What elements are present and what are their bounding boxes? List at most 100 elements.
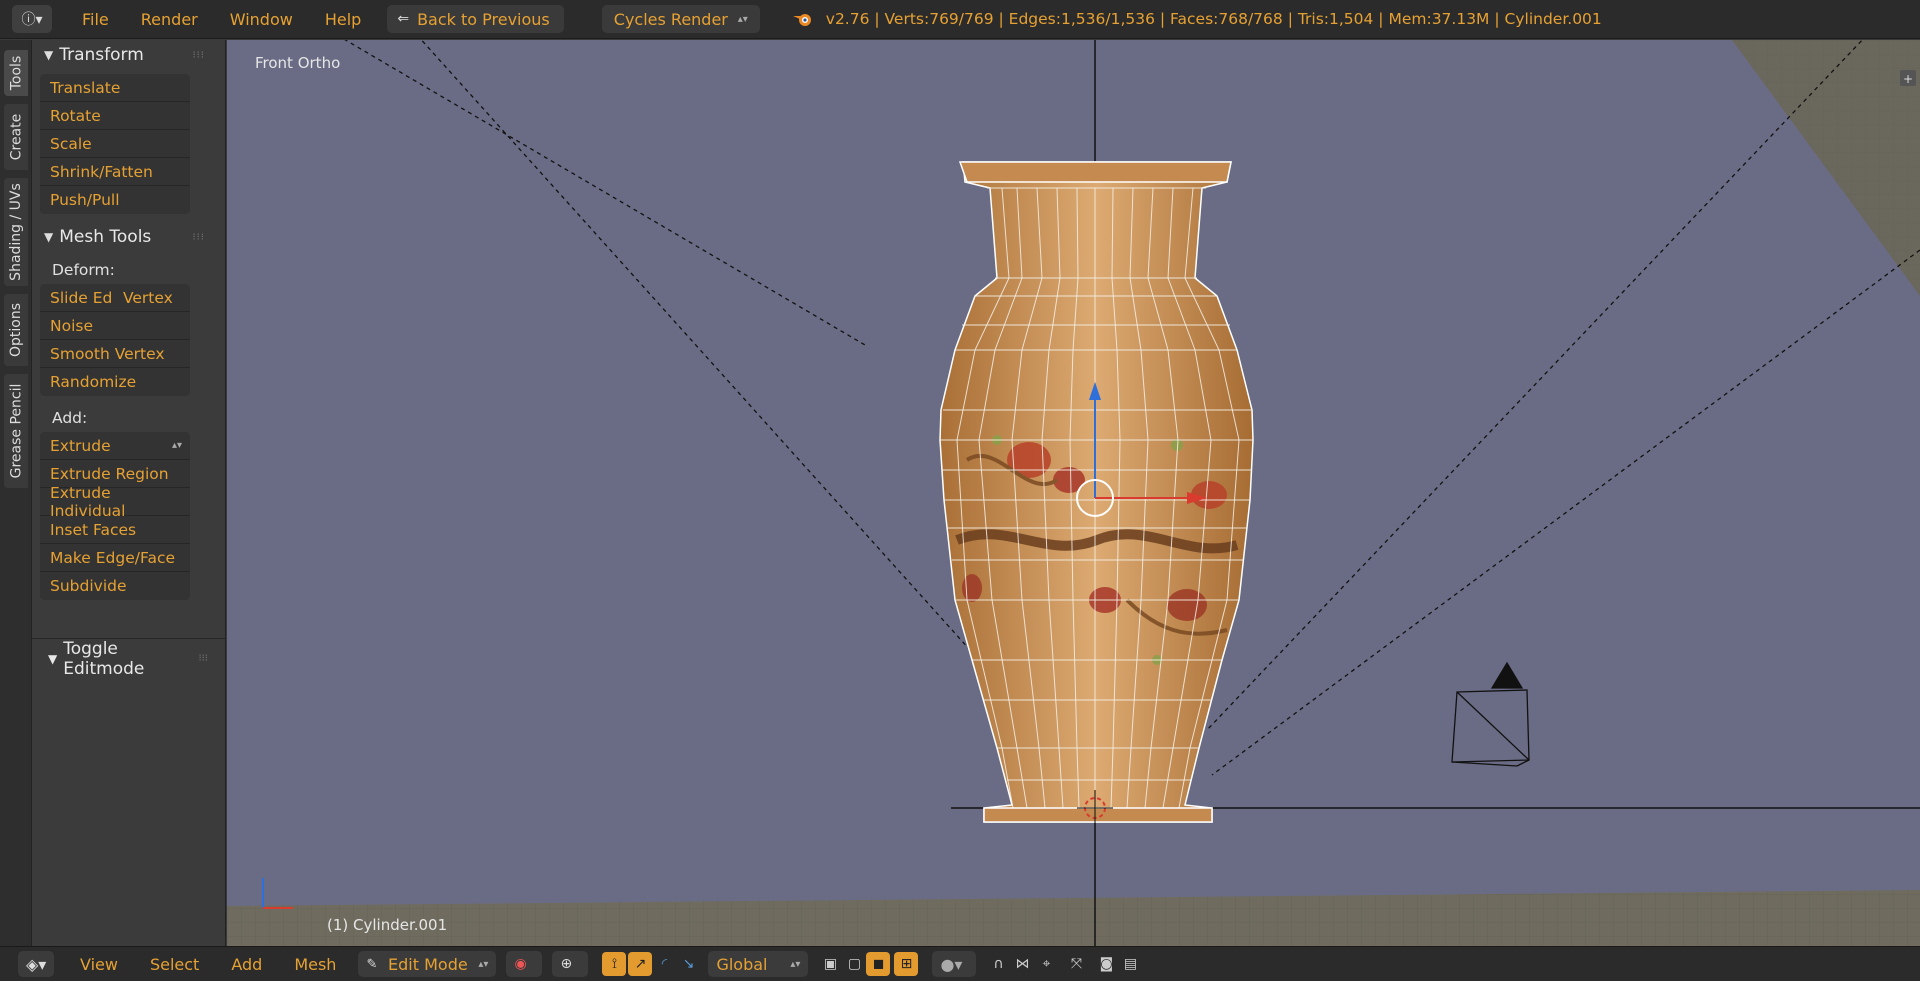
menu-file[interactable]: File [66,10,125,29]
slide-vertex-button[interactable]: Vertex [115,289,173,307]
mini-axis-icon [262,878,293,909]
scale-button[interactable]: Scale [40,130,190,158]
face-select-icon[interactable]: ◼ [866,952,891,976]
collapse-triangle-icon: ▼ [44,230,54,244]
mode-value: Edit Mode [388,954,468,974]
randomize-button[interactable]: Randomize [40,368,190,396]
slide-row: Slide Ed Vertex [40,284,190,312]
menu-select[interactable]: Select [134,955,215,974]
mirror-icon[interactable]: ⤧ [1064,952,1088,976]
vase-mesh [939,161,1254,823]
extrude-individual-button[interactable]: Extrude Individual [40,484,190,520]
shrink-fatten-button[interactable]: Shrink/Fatten [40,158,190,186]
cube-editor-icon: ◈▾ [26,954,47,974]
info-icon: ⓘ▾ [21,12,43,28]
back-to-previous-button[interactable]: ⇐ Back to Previous [387,5,564,33]
3d-viewport[interactable]: + Front Ortho (1) Cylinder.001 [227,40,1920,946]
deform-label: Deform: [52,261,115,279]
updown-arrows-icon: ▴▾ [790,958,801,970]
noise-button[interactable]: Noise [40,312,190,340]
blender-logo-icon [792,14,811,26]
3d-view-header: ◈▾ View Select Add Mesh ✎ Edit Mode ▴▾ ◉… [0,946,1920,981]
snap-magnet-icon[interactable]: ∩ [986,952,1010,976]
render-engine-select[interactable]: Cycles Render ▴▾ [601,5,760,33]
viewport-scene: + [227,40,1920,946]
panel-grip-icon[interactable]: ⁝⁝⁝ [192,232,205,243]
add-buttons: Extrude ▴▾ Extrude Region Extrude Indivi… [40,432,190,600]
tab-create[interactable]: Create [4,104,28,170]
updown-arrows-icon: ▴▾ [171,440,182,451]
limit-selection-icon[interactable]: ⊞ [894,952,919,976]
pivot-icon: ⊕ [560,956,573,972]
transform-panel-title: Transform [59,45,144,65]
toggle-editmode-panel-header[interactable]: ▼ Toggle Editmode ⁝⁝⁝ [32,638,225,679]
subdivide-button[interactable]: Subdivide [40,572,190,600]
extrude-label: Extrude [50,436,111,455]
extrude-dropdown[interactable]: Extrude ▴▾ [40,432,190,460]
menu-render[interactable]: Render [125,10,214,29]
deform-buttons: Slide Ed Vertex Noise Smooth Vertex Rand… [40,284,190,396]
menu-window[interactable]: Window [214,10,309,29]
make-edge-face-button[interactable]: Make Edge/Face [40,544,190,572]
shading-sphere-icon: ◉ [514,956,527,972]
orientation-value: Global [716,954,768,974]
translate-manipulator-icon[interactable]: ↗ [628,952,653,976]
updown-arrows-icon: ▴▾ [737,13,748,25]
tool-shelf-tabs: Tools Create Shading / UVs Options Greas… [0,40,32,946]
tab-grease-pencil[interactable]: Grease Pencil [4,374,28,488]
smooth-vertex-button[interactable]: Smooth Vertex [40,340,190,368]
rotate-manipulator-icon[interactable]: ◜ [652,952,676,976]
tool-shelf: ▼ Transform ⁝⁝⁝ Translate Rotate Scale S… [32,40,226,946]
inset-faces-button[interactable]: Inset Faces [40,516,190,544]
render-camera-icon[interactable]: ◙ [1094,952,1118,976]
tab-shading-uvs[interactable]: Shading / UVs [4,178,28,286]
menu-mesh[interactable]: Mesh [278,955,352,974]
pivot-point-select[interactable]: ⊕ [552,951,589,977]
back-arrow-icon: ⇐ [397,11,410,27]
snap-element-icon[interactable]: ⋈ [1010,952,1034,976]
manipulator-toggle-icon[interactable]: ⟟ [602,952,627,976]
menu-help[interactable]: Help [309,10,377,29]
push-pull-button[interactable]: Push/Pull [40,186,190,214]
editor-type-button[interactable]: ◈▾ [18,951,54,977]
scene-stats: v2.76 | Verts:769/769 | Edges:1,536/1,53… [792,10,1602,28]
proportional-edit-select[interactable]: ●▾ [932,951,977,977]
corner-expand-icon: + [1900,70,1916,86]
slide-edge-button[interactable]: Slide Ed [40,289,115,307]
active-object-label: (1) Cylinder.001 [327,916,448,934]
mode-select[interactable]: ✎ Edit Mode ▴▾ [358,951,497,977]
panel-grip-icon[interactable]: ⁝⁝⁝ [192,50,205,61]
mesh-tools-panel-title: Mesh Tools [59,227,152,247]
editor-type-info-button[interactable]: ⓘ▾ [12,5,52,33]
translate-button[interactable]: Translate [40,74,190,102]
stats-text: v2.76 | Verts:769/769 | Edges:1,536/1,53… [825,10,1602,28]
svg-text:+: + [1903,72,1913,86]
rotate-button[interactable]: Rotate [40,102,190,130]
panel-grip-icon[interactable]: ⁝⁝⁝ [198,653,208,664]
add-label: Add: [52,409,88,427]
back-to-previous-label: Back to Previous [417,9,550,29]
top-header-bar: ⓘ▾ File Render Window Help ⇐ Back to Pre… [0,0,1920,39]
layer-wire-icon[interactable]: ▢ [842,952,866,976]
viewport-shading-select[interactable]: ◉ [506,951,543,977]
render-engine-value: Cycles Render [613,9,728,29]
tab-tools[interactable]: Tools [4,50,28,96]
orientation-select[interactable]: Global ▴▾ [708,951,809,977]
proportional-edit-icon: ●▾ [940,954,963,974]
menu-view[interactable]: View [64,955,134,974]
layer-solid-icon[interactable]: ▣ [818,952,842,976]
transform-panel-header[interactable]: ▼ Transform ⁝⁝⁝ [32,40,225,70]
updown-arrows-icon: ▴▾ [478,958,489,970]
camera-object-icon [1451,661,1530,767]
view-label: Front Ortho [255,54,341,72]
collapse-triangle-icon: ▼ [44,48,54,62]
render-animation-icon[interactable]: ▤ [1118,952,1142,976]
edit-mode-icon: ✎ [366,956,378,972]
mesh-tools-panel-header[interactable]: ▼ Mesh Tools ⁝⁝⁝ [32,222,225,252]
menu-add[interactable]: Add [215,955,278,974]
snap-target-icon[interactable]: ⌖ [1034,952,1058,976]
toggle-editmode-title: Toggle Editmode [63,638,145,679]
tab-options[interactable]: Options [4,294,28,366]
scale-manipulator-icon[interactable]: ↘ [676,952,700,976]
transform-buttons: Translate Rotate Scale Shrink/Fatten Pus… [40,74,190,214]
